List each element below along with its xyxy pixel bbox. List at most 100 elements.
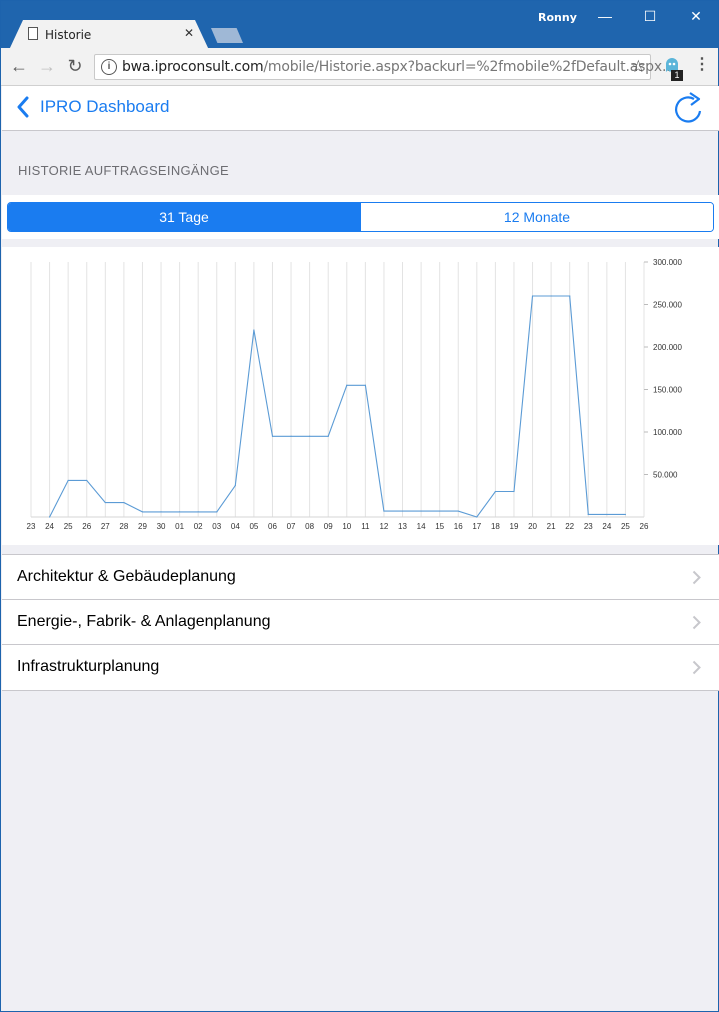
- x-tick-label: 24: [602, 522, 611, 531]
- x-tick-label: 26: [82, 522, 91, 531]
- data-point: [606, 513, 608, 516]
- list-item-infrastruktur[interactable]: Infrastrukturplanung: [2, 645, 719, 690]
- y-tick-label: 250.000: [653, 301, 682, 310]
- data-point: [457, 510, 459, 512]
- url-text[interactable]: bwa.iproconsult.com/mobile/Historie.aspx…: [122, 59, 675, 75]
- segment-31-tage[interactable]: 31 Tage: [8, 203, 360, 231]
- x-tick-label: 08: [305, 522, 314, 531]
- arrow-left-icon[interactable]: ←: [9, 56, 29, 76]
- url-host: bwa.iproconsult.com: [122, 59, 264, 75]
- x-tick-label: 24: [45, 522, 54, 531]
- line-chart: 23 24 25 26 27 28 29 30 01 02 03 04 05 06 07 08 09 10 11 12…: [27, 258, 683, 531]
- data-point: [160, 511, 162, 513]
- more-vertical-icon[interactable]: ⋮: [694, 56, 710, 74]
- x-tick-label: 26: [640, 522, 649, 531]
- data-point: [401, 510, 404, 512]
- chevron-left-icon[interactable]: [16, 96, 30, 118]
- x-tick-label: 25: [621, 522, 630, 531]
- list-item-label: Architektur & Gebäudeplanung: [17, 568, 236, 585]
- tab-title: Historie: [45, 28, 92, 42]
- data-point: [587, 513, 589, 516]
- data-point: [550, 295, 552, 297]
- back-button[interactable]: IPRO Dashboard: [40, 97, 169, 117]
- x-tick-label: 02: [194, 522, 203, 531]
- x-tick-label: 23: [27, 522, 36, 531]
- arrow-right-icon[interactable]: →: [37, 56, 57, 76]
- history-chart: 23 24 25 26 27 28 29 30 01 02 03 04 05 06 07 08 09 10 11 12…: [2, 247, 719, 545]
- data-point: [234, 484, 236, 487]
- data-point: [197, 511, 199, 513]
- series-line: [49, 295, 626, 518]
- page-icon: [28, 27, 38, 40]
- browser-toolbar: ← → ↻ i bwa.iproconsult.com/mobile/Histo…: [1, 48, 718, 86]
- data-point: [271, 435, 274, 437]
- extension-badge: 1: [671, 70, 683, 81]
- segment-container: 31 Tage 12 Monate: [2, 195, 719, 239]
- list-item-label: Energie-, Fabrik- & Anlagenplanung: [17, 613, 271, 630]
- data-point: [179, 511, 181, 513]
- data-point: [383, 510, 385, 512]
- x-tick-label: 03: [212, 522, 221, 531]
- x-tick-label: 20: [528, 522, 537, 531]
- data-point: [439, 510, 441, 512]
- data-point: [309, 435, 311, 437]
- y-tick-label: 300.000: [653, 258, 682, 267]
- chevron-right-icon: [692, 570, 701, 585]
- x-tick-label: 12: [379, 522, 388, 531]
- refresh-icon[interactable]: [672, 91, 704, 125]
- y-tick-label: 200.000: [653, 343, 682, 352]
- period-segmented-control: 31 Tage 12 Monate: [7, 202, 714, 232]
- list-item-label: Infrastrukturplanung: [17, 658, 160, 675]
- app-navigation-bar: IPRO Dashboard: [2, 86, 719, 131]
- x-tick-label: 21: [547, 522, 556, 531]
- data-point: [346, 384, 348, 386]
- y-tick-label: 150.000: [653, 386, 682, 395]
- title-bar: Historie ✕ Ronny — ☐ ✕: [1, 1, 718, 50]
- list-item-architektur[interactable]: Architektur & Gebäudeplanung: [2, 555, 719, 600]
- data-point: [531, 295, 534, 297]
- info-icon[interactable]: i: [101, 59, 117, 75]
- x-tick-label: 06: [268, 522, 277, 531]
- list-item-energie[interactable]: Energie-, Fabrik- & Anlagenplanung: [2, 600, 719, 645]
- x-tick-label: 04: [231, 522, 240, 531]
- x-tick-label: 19: [510, 522, 519, 531]
- segment-12-monate[interactable]: 12 Monate: [360, 203, 713, 231]
- data-point: [141, 511, 144, 513]
- reload-icon[interactable]: ↻: [65, 56, 85, 76]
- tab-historie[interactable]: [9, 20, 209, 50]
- y-tick-label: 50.000: [653, 471, 678, 480]
- minimize-icon[interactable]: —: [583, 5, 627, 29]
- x-tick-label: 27: [101, 522, 110, 531]
- section-title: HISTORIE AUFTRAGSEINGÄNGE: [18, 163, 229, 178]
- address-bar[interactable]: i bwa.iproconsult.com/mobile/Historie.as…: [94, 54, 675, 80]
- data-point: [104, 501, 106, 504]
- data-point: [494, 490, 496, 493]
- chevron-right-icon: [692, 660, 701, 675]
- x-tick-label: 30: [157, 522, 166, 531]
- data-point: [216, 511, 218, 513]
- x-tick-label: 28: [119, 522, 128, 531]
- url-path: /mobile/Historie.aspx?backurl=%2fmobile%…: [263, 59, 675, 75]
- tab-close-icon[interactable]: ✕: [184, 26, 194, 40]
- data-point: [48, 516, 51, 518]
- x-tick-label: 23: [584, 522, 593, 531]
- x-tick-label: 22: [565, 522, 574, 531]
- browser-window: Historie ✕ Ronny — ☐ ✕ ← → ↻ i bwa.iproc…: [0, 0, 719, 1012]
- data-point: [86, 479, 88, 482]
- data-point: [67, 479, 69, 482]
- x-tick-label: 15: [435, 522, 444, 531]
- star-icon[interactable]: ☆: [631, 57, 646, 77]
- x-tick-label: 16: [454, 522, 463, 531]
- profile-name[interactable]: Ronny: [538, 11, 577, 24]
- x-tick-label: 13: [398, 522, 407, 531]
- y-tick-label: 100.000: [653, 428, 682, 437]
- x-tick-label: 18: [491, 522, 500, 531]
- data-point: [327, 435, 329, 437]
- new-tab-button[interactable]: [211, 28, 243, 43]
- close-icon[interactable]: ✕: [674, 5, 718, 29]
- x-tick-label: 11: [361, 522, 370, 531]
- x-tick-label: 25: [64, 522, 73, 531]
- maximize-icon[interactable]: ☐: [628, 5, 672, 29]
- data-point: [476, 516, 478, 518]
- data-point: [290, 435, 292, 437]
